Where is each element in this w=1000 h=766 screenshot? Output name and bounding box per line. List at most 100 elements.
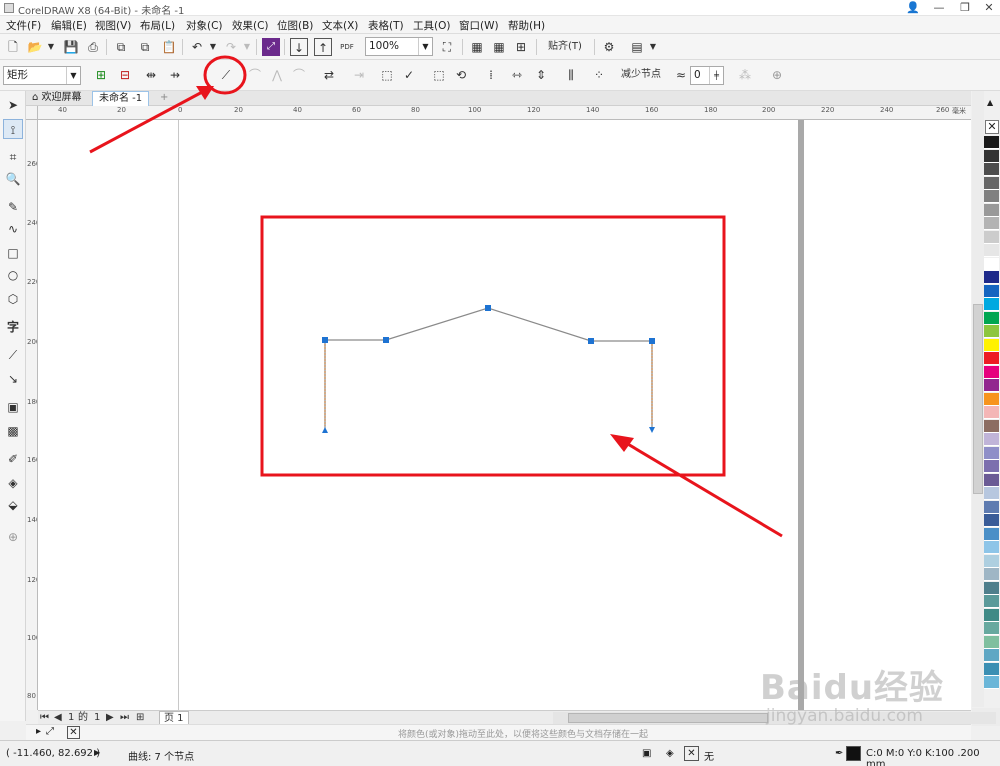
color-swatch[interactable] xyxy=(984,136,999,149)
cut-icon[interactable]: ⧉ xyxy=(112,38,130,56)
transparency-tool-icon[interactable]: ▩ xyxy=(3,421,23,441)
menu-help[interactable]: 帮助(H) xyxy=(508,18,545,33)
menu-effects[interactable]: 效果(C) xyxy=(232,18,269,33)
smart-fill-icon[interactable]: ⬙ xyxy=(3,495,23,515)
close-curve-icon[interactable]: ✓ xyxy=(400,66,418,84)
document-palette[interactable]: ▸ ⤢ ✕ 将颜色(或对象)拖动至此处，以便将这些颜色与文档存储在一起 xyxy=(26,724,971,740)
smooth-node-icon[interactable]: ⌒ xyxy=(290,66,308,84)
color-swatch[interactable] xyxy=(984,568,999,581)
color-swatch[interactable] xyxy=(984,203,999,217)
color-swatch[interactable] xyxy=(984,527,999,541)
outline-pen-icon[interactable]: ✒ xyxy=(835,748,843,759)
palette-arrow-icon[interactable]: ▸ xyxy=(36,726,41,737)
eyedropper-icon[interactable]: ✐ xyxy=(3,449,23,469)
tab-welcome-screen[interactable]: ⌂ 欢迎屏幕 xyxy=(26,91,88,106)
show-rulers-icon[interactable]: ▦ xyxy=(468,38,486,56)
crop-tool-icon[interactable]: ⌗ xyxy=(3,147,23,167)
color-swatch[interactable] xyxy=(984,541,999,554)
connector-tool-icon[interactable]: ↘ xyxy=(3,369,23,389)
pick-tool-icon[interactable]: ➤ xyxy=(3,95,23,115)
select-all-nodes-icon[interactable]: ⁘ xyxy=(590,66,608,84)
color-swatch[interactable] xyxy=(984,554,999,568)
palette-scroll-up-icon[interactable]: ▲ xyxy=(987,98,993,107)
zoom-level-select[interactable]: 100% ▼ xyxy=(365,37,433,56)
freehand-tool-icon[interactable]: ✎ xyxy=(3,197,23,217)
fill-none-icon[interactable]: ✕ xyxy=(684,746,699,761)
drop-shadow-icon[interactable]: ▣ xyxy=(3,397,23,417)
minimize-button[interactable]: — xyxy=(926,0,952,16)
color-swatch[interactable] xyxy=(984,230,999,244)
slider-icon[interactable]: ╪ xyxy=(709,67,723,84)
curve-node[interactable] xyxy=(649,338,655,344)
extend-curve-icon[interactable]: ⇥ xyxy=(350,66,368,84)
palette-scroll-thumb[interactable] xyxy=(973,304,983,494)
next-page-icon[interactable]: ▶ xyxy=(106,711,114,724)
color-swatch[interactable] xyxy=(984,325,999,338)
redo-dropdown-icon[interactable]: ▼ xyxy=(238,38,256,56)
menu-table[interactable]: 表格(T) xyxy=(368,18,404,33)
show-grid-icon[interactable]: ▦ xyxy=(490,38,508,56)
polygon-tool-icon[interactable]: ⬡ xyxy=(3,289,23,309)
tab-document[interactable]: 未命名 -1 xyxy=(92,91,150,106)
color-swatch[interactable] xyxy=(984,190,999,203)
curve-node[interactable] xyxy=(588,338,594,344)
color-swatch[interactable] xyxy=(984,176,999,190)
color-swatch[interactable] xyxy=(984,635,999,649)
rotate-nodes-icon[interactable]: ⟲ xyxy=(452,66,470,84)
no-color-swatch[interactable]: ✕ xyxy=(985,120,999,134)
color-swatch[interactable] xyxy=(984,581,999,595)
color-swatch[interactable] xyxy=(984,257,999,271)
menu-layout[interactable]: 布局(L) xyxy=(140,18,175,33)
color-swatch[interactable] xyxy=(984,433,999,446)
elastic-mode-icon[interactable]: ⫼ xyxy=(562,66,580,84)
menu-bitmaps[interactable]: 位图(B) xyxy=(277,18,313,33)
color-swatch[interactable] xyxy=(984,500,999,514)
outline-color-swatch[interactable] xyxy=(846,746,861,761)
break-curve-icon[interactable]: ⇸ xyxy=(166,66,184,84)
color-swatch[interactable] xyxy=(984,662,999,676)
last-page-icon[interactable]: ⏭ xyxy=(120,711,129,724)
quick-customize-icon[interactable]: ⊕ xyxy=(768,66,786,84)
export-icon[interactable]: ↑ xyxy=(314,38,332,56)
curve-start-node[interactable] xyxy=(322,427,328,433)
import-icon[interactable]: ↓ xyxy=(290,38,308,56)
align-nodes-icon[interactable]: ⁞ xyxy=(482,66,500,84)
zoom-tool-icon[interactable]: 🔍 xyxy=(3,169,23,189)
selection-mode-select[interactable]: 矩形 ▼ xyxy=(3,66,81,85)
fill-bucket-icon[interactable]: ◈ xyxy=(666,748,674,759)
user-icon[interactable]: 👤 xyxy=(900,0,926,16)
launcher-dropdown-icon[interactable]: ▼ xyxy=(644,38,662,56)
curve-node[interactable] xyxy=(485,305,491,311)
first-page-icon[interactable]: ⏮ xyxy=(40,711,49,724)
extract-subpath-icon[interactable]: ⬚ xyxy=(378,66,396,84)
vertical-ruler[interactable]: 260 240 220 200 180 160 140 120 100 80 xyxy=(26,120,38,710)
curve-node[interactable] xyxy=(383,337,389,343)
save-icon[interactable]: 💾 xyxy=(62,38,80,56)
parallel-dimension-icon[interactable]: ⟋ xyxy=(3,345,23,365)
color-swatch[interactable] xyxy=(984,473,999,487)
delete-node-icon[interactable]: ⊟ xyxy=(116,66,134,84)
curve-node[interactable] xyxy=(322,337,328,343)
restore-button[interactable]: ❐ xyxy=(952,0,978,16)
vertical-reflect-icon[interactable]: ⇕ xyxy=(532,66,550,84)
copy-icon[interactable]: ⧉ xyxy=(136,38,154,56)
menu-text[interactable]: 文本(X) xyxy=(322,18,358,33)
color-swatch[interactable] xyxy=(984,460,999,473)
color-swatch[interactable] xyxy=(984,365,999,379)
color-swatch[interactable] xyxy=(984,622,999,635)
eyedropper-small-icon[interactable]: ⤢ xyxy=(46,726,54,737)
horizontal-ruler[interactable]: 40 20 0 20 40 60 80 100 120 140 160 180 … xyxy=(38,106,971,120)
color-swatch[interactable] xyxy=(984,379,999,392)
horizontal-scroll-thumb[interactable] xyxy=(568,713,768,723)
curve-path[interactable] xyxy=(324,307,653,431)
color-swatch[interactable] xyxy=(984,244,999,257)
join-nodes-icon[interactable]: ⇹ xyxy=(142,66,160,84)
reverse-direction-icon[interactable]: ⇄ xyxy=(320,66,338,84)
color-swatch[interactable] xyxy=(984,419,999,433)
color-swatch[interactable] xyxy=(984,608,999,622)
rectangle-tool-icon[interactable]: □ xyxy=(3,243,23,263)
convert-to-line-icon[interactable]: ⟋ xyxy=(217,66,235,84)
add-tab-button[interactable]: + xyxy=(154,91,174,106)
color-swatch[interactable] xyxy=(984,392,999,406)
print-icon[interactable]: ⎙ xyxy=(84,38,102,56)
